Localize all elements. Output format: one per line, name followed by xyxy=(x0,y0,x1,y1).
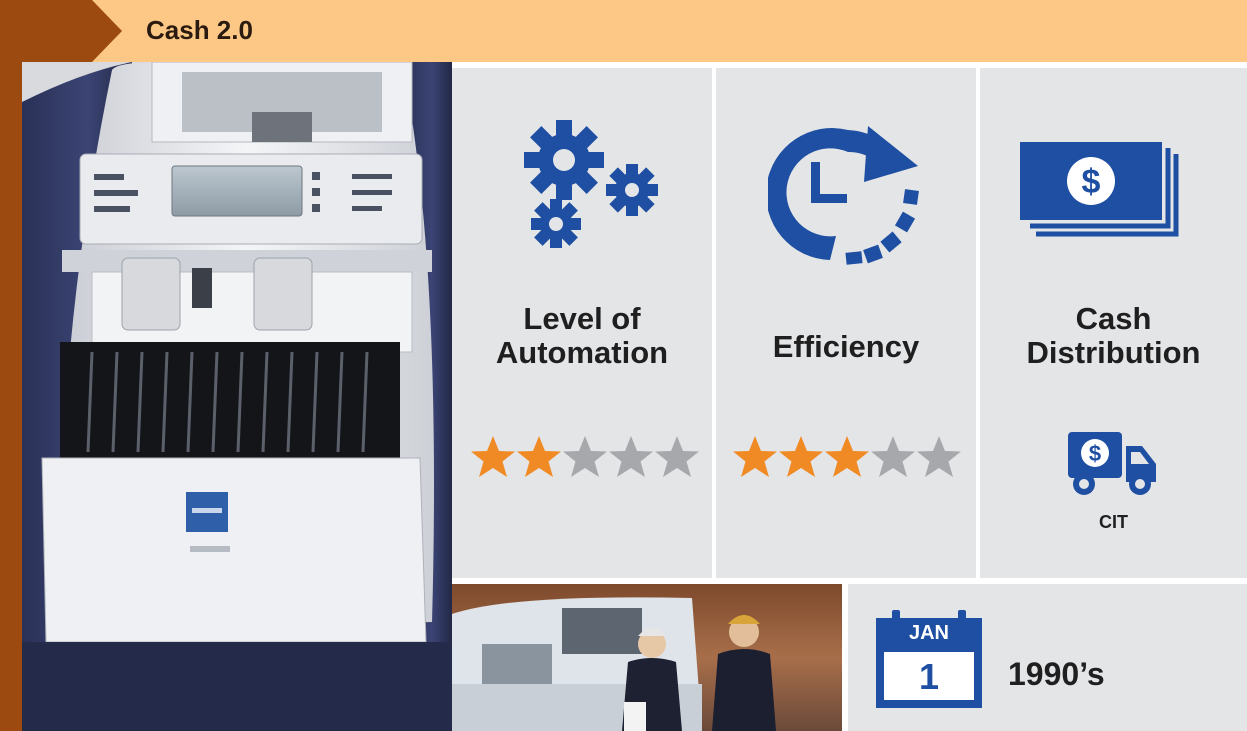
star-empty-icon xyxy=(655,436,699,477)
date-panel: JAN 1 1990’s xyxy=(848,584,1247,731)
star-empty-icon xyxy=(563,436,607,477)
cash-truck-icon: $ xyxy=(1068,432,1156,495)
left-accent-stripe xyxy=(0,62,22,731)
star-filled-icon xyxy=(825,436,869,477)
clock-refresh-icon xyxy=(768,126,919,265)
automation-label-line1: Level of xyxy=(523,301,641,336)
star-empty-icon xyxy=(609,436,653,477)
star-filled-icon xyxy=(779,436,823,477)
star-filled-icon xyxy=(517,436,561,477)
star-filled-icon xyxy=(733,436,777,477)
calendar-month: JAN xyxy=(908,622,949,644)
distribution-panel: $ Cash Distribution $ CIT xyxy=(980,68,1247,578)
automation-panel: Level of Automation xyxy=(452,68,712,578)
page-title: Cash 2.0 xyxy=(146,15,253,45)
decade-label: 1990’s xyxy=(1008,656,1105,692)
distribution-label-line2: Distribution xyxy=(1026,335,1201,370)
automation-label-line2: Automation xyxy=(495,335,669,370)
automation-label: Level of Automation xyxy=(452,302,712,370)
star-empty-icon xyxy=(917,436,961,477)
efficiency-panel: Efficiency xyxy=(716,68,976,578)
security-guards-photo xyxy=(452,584,842,731)
gears-icon xyxy=(524,120,658,248)
calendar-day: 1 xyxy=(918,656,940,697)
banknote-counter-image xyxy=(22,62,452,731)
efficiency-rating xyxy=(732,434,962,480)
efficiency-label: Efficiency xyxy=(772,329,920,364)
star-filled-icon xyxy=(471,436,515,477)
distribution-label-line1: Cash xyxy=(1075,301,1152,336)
svg-text:$: $ xyxy=(1082,163,1101,201)
automation-rating xyxy=(470,434,700,480)
star-empty-icon xyxy=(871,436,915,477)
svg-text:$: $ xyxy=(1089,441,1101,466)
banknotes-icon: $ xyxy=(1020,142,1179,237)
distribution-label: Cash Distribution xyxy=(980,302,1247,370)
cit-label: CIT xyxy=(1099,512,1128,532)
